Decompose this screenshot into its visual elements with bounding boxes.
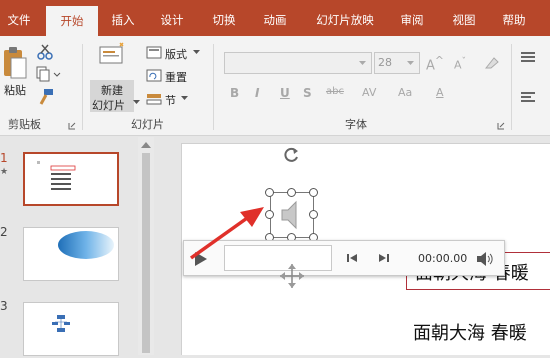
strikethrough-button[interactable]: abc xyxy=(326,86,344,97)
decrease-font-icon[interactable]: Aˇ xyxy=(454,56,466,72)
dialog-launcher-icon[interactable] xyxy=(497,122,505,130)
slide-thumbnail-content xyxy=(58,231,114,259)
tab-transitions[interactable]: 切换 xyxy=(205,0,243,36)
slide-number: 3 xyxy=(0,299,8,313)
copy-icon[interactable] xyxy=(36,66,62,82)
char-spacing-button[interactable]: AV xyxy=(362,86,376,99)
tab-view[interactable]: 视图 xyxy=(445,0,483,36)
ribbon: 粘贴 剪贴板 新建 幻灯片 版式 重置 节 幻灯片 28 A^ Aˇ B I U… xyxy=(0,36,550,136)
dialog-launcher-icon[interactable] xyxy=(68,122,76,130)
tab-slideshow[interactable]: 幻灯片放映 xyxy=(305,0,385,36)
paste-label[interactable]: 粘贴 xyxy=(4,82,26,98)
tab-insert[interactable]: 插入 xyxy=(104,0,142,36)
resize-handle[interactable] xyxy=(309,210,318,219)
chevron-down-icon xyxy=(193,50,200,54)
speaker-icon[interactable] xyxy=(281,200,305,230)
resize-handle[interactable] xyxy=(309,188,318,197)
tab-home[interactable]: 开始 xyxy=(46,6,98,36)
tab-design[interactable]: 设计 xyxy=(153,0,191,36)
separator xyxy=(213,44,214,130)
font-family-select[interactable] xyxy=(224,52,372,74)
audio-time: 00:00.00 xyxy=(418,252,468,265)
layout-button[interactable]: 版式 xyxy=(165,46,187,62)
format-painter-icon[interactable] xyxy=(36,88,54,106)
new-slide-label-2: 幻灯片 xyxy=(92,99,125,112)
section-button[interactable]: 节 xyxy=(165,92,176,108)
clear-formatting-icon[interactable] xyxy=(484,56,500,70)
chevron-down-icon xyxy=(181,96,188,100)
tab-animations[interactable]: 动画 xyxy=(256,0,294,36)
font-color-button[interactable]: A xyxy=(436,86,444,99)
slides-group-label: 幻灯片 xyxy=(131,118,164,131)
tab-help[interactable]: 帮助 xyxy=(494,0,534,36)
chevron-down-icon xyxy=(407,61,414,65)
tab-file[interactable]: 文件 xyxy=(0,0,38,36)
skip-back-icon[interactable] xyxy=(347,253,357,263)
new-slide-label-1: 新建 xyxy=(101,84,123,97)
chevron-down-icon xyxy=(359,61,366,65)
slide-thumbnail-content xyxy=(37,161,76,190)
slide-thumbnail-3[interactable] xyxy=(23,302,119,356)
increase-font-icon[interactable]: A^ xyxy=(426,54,444,73)
thumbnail-scrollbar[interactable] xyxy=(138,137,154,355)
scroll-up-icon[interactable] xyxy=(141,142,151,148)
font-size-select[interactable]: 28 xyxy=(374,52,420,74)
bold-button[interactable]: B xyxy=(230,86,239,100)
shadow-button[interactable]: S xyxy=(303,86,312,100)
slide-thumbnail-1[interactable] xyxy=(23,152,119,206)
clipboard-group-label: 剪贴板 xyxy=(8,118,41,131)
cut-icon[interactable] xyxy=(36,44,54,60)
underline-button[interactable]: U xyxy=(280,86,290,100)
font-size-value: 28 xyxy=(378,56,392,69)
italic-button[interactable]: I xyxy=(255,86,259,100)
font-group-label: 字体 xyxy=(345,118,367,131)
slide-text-line-2[interactable]: 面朝大海 春暖 xyxy=(413,319,527,345)
resize-handle[interactable] xyxy=(265,188,274,197)
change-case-button[interactable]: Aa xyxy=(398,86,412,99)
resize-handle[interactable] xyxy=(287,188,296,197)
layout-icon[interactable] xyxy=(146,46,162,59)
ribbon-tab-bar: 文件 开始 插入 设计 切换 动画 幻灯片放映 审阅 视图 帮助 xyxy=(0,0,550,36)
slide-thumbnail-content xyxy=(52,315,70,332)
reset-icon[interactable] xyxy=(146,69,162,82)
skip-forward-icon[interactable] xyxy=(379,253,389,263)
move-handle-icon[interactable] xyxy=(279,263,305,289)
reset-button[interactable]: 重置 xyxy=(165,69,187,85)
separator xyxy=(511,44,512,130)
chevron-down-icon[interactable] xyxy=(133,100,140,105)
rotate-handle-icon[interactable] xyxy=(281,145,301,165)
annotation-arrow-icon xyxy=(189,207,264,260)
slide-number: 1 xyxy=(0,151,8,165)
slide-thumbnail-2[interactable] xyxy=(23,227,119,281)
paste-icon[interactable] xyxy=(2,46,28,80)
volume-icon[interactable] xyxy=(476,251,494,267)
scrollbar-thumb[interactable] xyxy=(142,153,150,353)
slide-thumbnail-pane: 1 ★ 2 3 xyxy=(0,137,138,356)
tab-review[interactable]: 审阅 xyxy=(393,0,431,36)
new-slide-icon[interactable] xyxy=(98,42,128,66)
slide-number: 2 xyxy=(0,225,8,239)
star-icon: ★ xyxy=(0,167,9,177)
paragraph-icons[interactable] xyxy=(521,50,545,110)
separator xyxy=(82,44,83,130)
section-icon[interactable] xyxy=(146,92,162,105)
